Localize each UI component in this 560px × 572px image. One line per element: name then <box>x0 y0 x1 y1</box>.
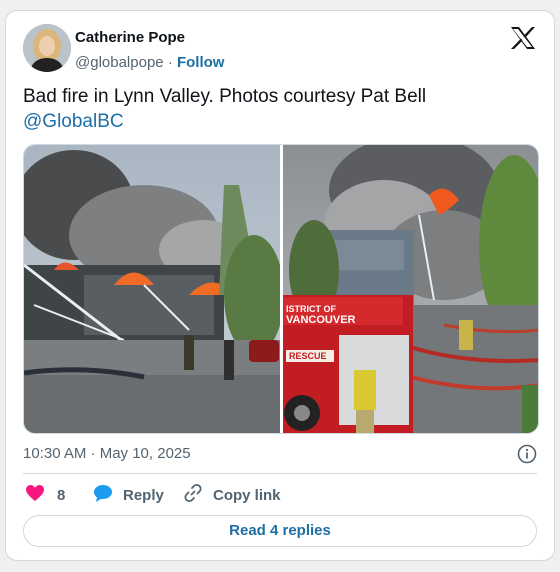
tweet-body: Bad fire in Lynn Valley. Photos courtesy… <box>23 86 427 107</box>
mention-link[interactable]: @GlobalBC <box>23 109 533 134</box>
divider <box>23 473 537 474</box>
like-count: 8 <box>57 486 66 504</box>
fire-photo-truck[interactable]: ISTRICT OF VANCOUVER RESCUE <box>283 145 539 434</box>
reply-button[interactable]: Reply <box>93 483 164 507</box>
heart-icon <box>25 484 45 506</box>
rescue-text: RESCUE <box>289 351 327 361</box>
copy-link-button[interactable]: Copy link <box>183 483 281 507</box>
truck-text: ISTRICT OF <box>286 304 336 314</box>
truck-text-2: VANCOUVER <box>286 314 356 326</box>
tweet-text: Bad fire in Lynn Valley. Photos courtesy… <box>23 84 533 134</box>
copy-link-label: Copy link <box>213 486 281 504</box>
link-icon <box>183 483 203 507</box>
timestamp-link[interactable]: 10:30 AM · May 10, 2025 <box>23 445 191 462</box>
timestamp-row: 10:30 AM · May 10, 2025 <box>23 443 537 465</box>
avatar[interactable] <box>23 24 71 72</box>
tweet-card: Catherine Pope @globalpope · Follow Bad … <box>5 10 555 561</box>
read-replies-button[interactable]: Read 4 replies <box>23 515 537 547</box>
tweet-header: Catherine Pope @globalpope · Follow <box>23 24 540 74</box>
author-name[interactable]: Catherine Pope <box>75 28 224 48</box>
fire-photo-building[interactable] <box>24 145 284 434</box>
follow-link[interactable]: Follow <box>177 54 225 71</box>
reply-bubble-icon <box>93 484 113 506</box>
info-icon[interactable] <box>517 444 537 464</box>
author-handle[interactable]: @globalpope <box>75 54 164 71</box>
like-button[interactable]: 8 <box>25 483 65 507</box>
reply-label: Reply <box>123 486 164 504</box>
x-logo-icon[interactable] <box>510 26 536 50</box>
separator: · <box>167 54 173 71</box>
action-bar: 8 Reply Copy link <box>23 483 537 507</box>
author-block: Catherine Pope @globalpope · Follow <box>75 28 224 73</box>
tweet-media[interactable]: ISTRICT OF VANCOUVER RESCUE <box>23 144 539 434</box>
author-handle-line: @globalpope · Follow <box>75 53 224 73</box>
